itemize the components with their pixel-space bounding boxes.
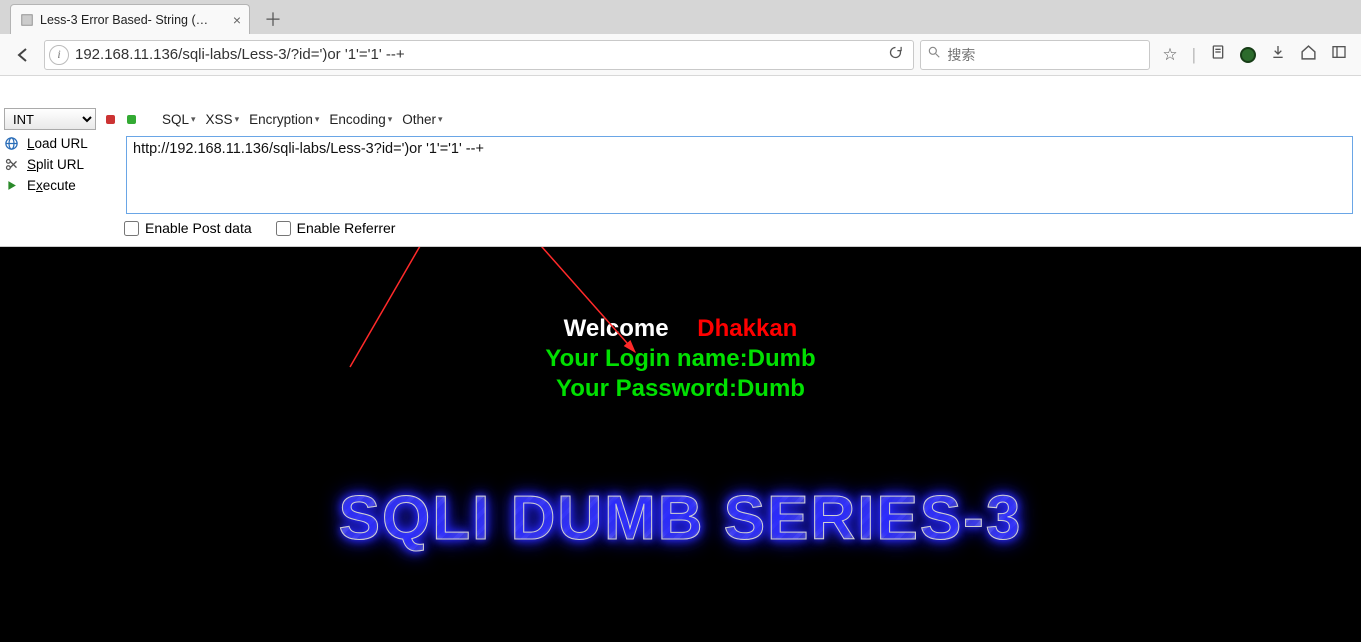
hackbar-referrer-label: Enable Referrer bbox=[297, 220, 396, 236]
hackbar-load-url[interactable]: Load URL bbox=[4, 136, 116, 151]
welcome-label: Welcome bbox=[564, 315, 669, 342]
annotation-arrows bbox=[0, 247, 1361, 642]
hackbar-menu-sql[interactable]: SQL▾ bbox=[162, 112, 196, 127]
hackbar-split-url[interactable]: Split URL bbox=[4, 157, 116, 172]
sidebar-icon[interactable] bbox=[1331, 44, 1347, 65]
reload-button[interactable] bbox=[881, 45, 909, 64]
bookmark-star-icon[interactable]: ☆ bbox=[1162, 45, 1177, 65]
tab-close-icon[interactable]: × bbox=[233, 13, 241, 27]
nav-bar: i ☆ | bbox=[0, 34, 1361, 76]
password-value: Dumb bbox=[737, 375, 805, 402]
site-identity-icon[interactable]: i bbox=[49, 45, 69, 65]
login-line: Your Login name:Dumb bbox=[0, 345, 1361, 373]
hackbar-postdata-checkbox[interactable] bbox=[124, 221, 139, 236]
browser-tab[interactable]: Less-3 Error Based- String (… × bbox=[10, 4, 250, 34]
hackbar-menu-encryption[interactable]: Encryption▾ bbox=[249, 112, 319, 127]
hackbar-menu-xss[interactable]: XSS▾ bbox=[206, 112, 240, 127]
tab-title: Less-3 Error Based- String (… bbox=[40, 13, 208, 27]
hackbar-panel: INT SQL▾ XSS▾ Encryption▾ Encoding▾ Othe… bbox=[0, 76, 1361, 247]
url-input[interactable] bbox=[75, 46, 875, 63]
password-label: Your Password: bbox=[556, 375, 737, 402]
login-label: Your Login name: bbox=[545, 345, 747, 372]
tab-favicon bbox=[19, 12, 34, 27]
separator: | bbox=[1192, 45, 1196, 65]
hackbar-method-select[interactable]: INT bbox=[4, 108, 96, 130]
hackbar-menu-other[interactable]: Other▾ bbox=[402, 112, 442, 127]
downloads-icon[interactable] bbox=[1270, 44, 1286, 65]
hackbar-postdata-label: Enable Post data bbox=[145, 220, 252, 236]
read-later-icon[interactable] bbox=[1210, 44, 1226, 65]
welcome-line: Welcome Dhakkan bbox=[0, 315, 1361, 343]
tab-strip: Less-3 Error Based- String (… × ＋ bbox=[0, 0, 1361, 34]
hackbar-led-off-icon[interactable] bbox=[106, 115, 115, 124]
back-button[interactable] bbox=[8, 41, 38, 69]
password-line: Your Password:Dumb bbox=[0, 375, 1361, 403]
address-bar[interactable]: i bbox=[44, 40, 914, 70]
hackbar-url-textarea[interactable]: http://192.168.11.136/sqli-labs/Less-3?i… bbox=[126, 136, 1353, 214]
hackbar-menu-encoding[interactable]: Encoding▾ bbox=[329, 112, 392, 127]
hackbar-menu-row: INT SQL▾ XSS▾ Encryption▾ Encoding▾ Othe… bbox=[0, 106, 1361, 132]
welcome-user: Dhakkan bbox=[697, 315, 797, 342]
addon-status-icon[interactable] bbox=[1240, 47, 1256, 63]
new-tab-button[interactable]: ＋ bbox=[260, 9, 286, 29]
series-banner: SQLI DUMB SERIES-3 bbox=[333, 483, 1029, 554]
hackbar-execute[interactable]: Execute bbox=[4, 178, 116, 193]
hackbar-options-row: Enable Post data Enable Referrer bbox=[0, 218, 1361, 246]
hackbar-led-on-icon[interactable] bbox=[127, 115, 136, 124]
hackbar-enable-referrer[interactable]: Enable Referrer bbox=[276, 220, 396, 236]
login-value: Dumb bbox=[748, 345, 816, 372]
toolbar-icons: ☆ | bbox=[1156, 44, 1353, 66]
hackbar-enable-postdata[interactable]: Enable Post data bbox=[124, 220, 252, 236]
search-input[interactable] bbox=[947, 47, 1143, 63]
hackbar-actions: Load URL Split URL Execute bbox=[4, 136, 116, 214]
home-icon[interactable] bbox=[1300, 44, 1317, 66]
search-bar[interactable] bbox=[920, 40, 1150, 70]
hackbar-referrer-checkbox[interactable] bbox=[276, 221, 291, 236]
search-icon bbox=[927, 45, 941, 64]
page-content: Welcome Dhakkan Your Login name:Dumb You… bbox=[0, 247, 1361, 642]
